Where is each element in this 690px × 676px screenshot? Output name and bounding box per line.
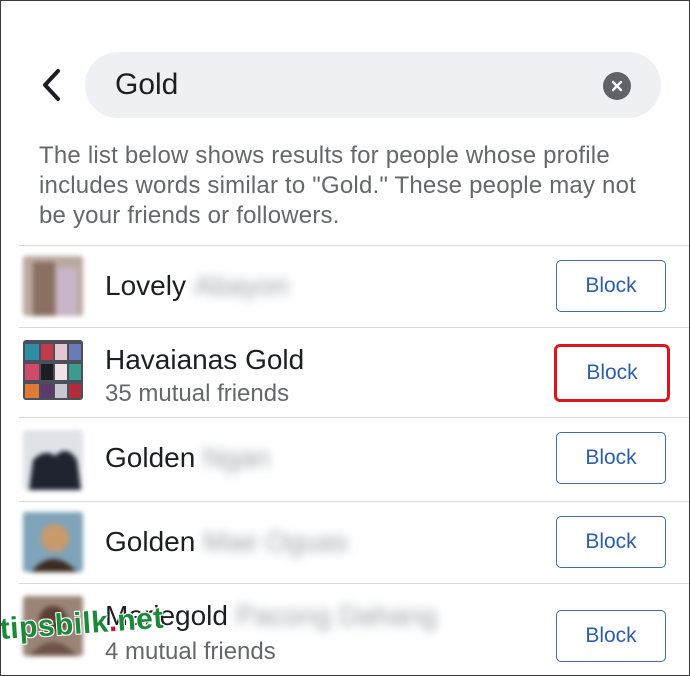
result-name[interactable]: Golden Ngan [105, 442, 270, 474]
block-button[interactable]: Block [556, 260, 666, 312]
back-arrow-icon[interactable] [35, 67, 67, 103]
list-item: Golden Mae Oguas Block [19, 501, 689, 583]
result-name[interactable]: Havaianas Gold [105, 344, 304, 376]
block-button-label: Block [586, 361, 638, 384]
block-button-highlighted[interactable]: Block [554, 344, 670, 402]
blurred-surname: Ngan [203, 442, 271, 473]
blurred-surname: Mae Oguas [203, 526, 349, 557]
screen-frame: Gold The list below shows results for pe… [0, 0, 690, 676]
search-input[interactable]: Gold [85, 52, 661, 118]
block-button[interactable]: Block [556, 516, 666, 568]
results-description: The list below shows results for people … [39, 142, 637, 229]
clear-search-icon[interactable] [603, 72, 631, 100]
list-item: Havaianas Gold 35 mutual friends Block [19, 327, 689, 417]
mutual-friends-text: 35 mutual friends [105, 380, 290, 407]
block-button[interactable]: Block [556, 432, 666, 484]
blurred-surname: Pacong Dahang [235, 600, 437, 631]
block-button[interactable]: Block [556, 610, 666, 662]
avatar [23, 430, 83, 490]
search-query-text: Gold [115, 68, 179, 101]
list-item: Lovely Abayon Block [19, 245, 689, 327]
avatar [23, 512, 83, 572]
result-name[interactable]: Golden Mae Oguas [105, 526, 348, 558]
result-name[interactable]: Lovely Abayon [105, 270, 289, 302]
avatar [23, 256, 83, 316]
list-item: Golden Ngan Block [19, 417, 689, 501]
mutual-friends-text: 4 mutual friends [105, 638, 276, 665]
blurred-surname: Abayon [193, 270, 289, 301]
avatar [23, 340, 83, 400]
